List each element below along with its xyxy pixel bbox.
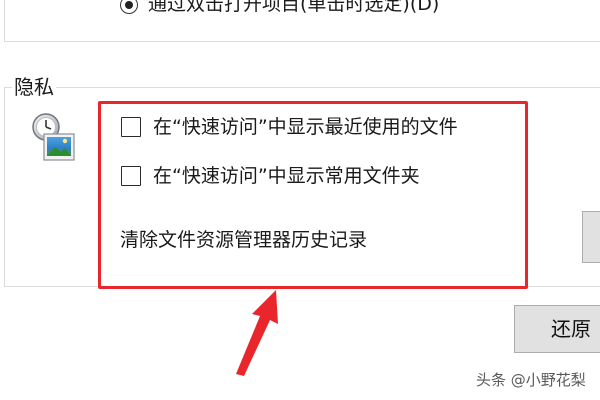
privacy-group-title: 隐私 (12, 74, 56, 100)
double-click-open-radio-label: 通过双击打开项目(单击时选定)(D) (148, 0, 440, 15)
clear-history-button[interactable] (582, 211, 600, 263)
file-explorer-clock-icon (30, 112, 76, 164)
red-arrow-icon (230, 288, 290, 378)
red-highlight-box (98, 101, 528, 289)
watermark: 头条 @小野花梨 (476, 371, 586, 389)
restore-defaults-button[interactable]: 还原 (514, 305, 600, 353)
